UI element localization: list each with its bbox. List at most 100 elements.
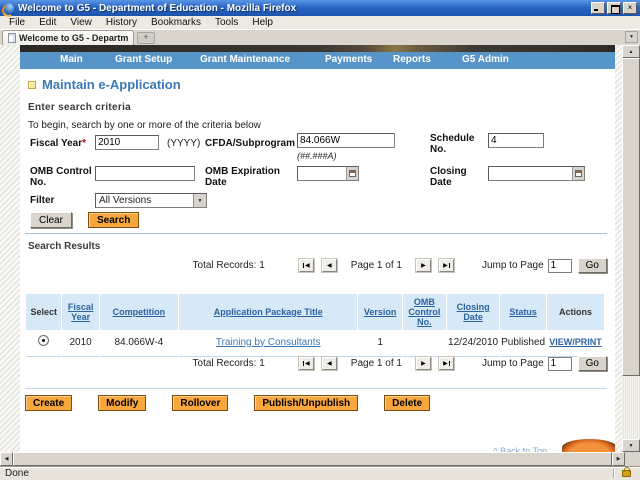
closing-date-input[interactable] [489, 167, 572, 180]
horizontal-scrollbar-thumb[interactable] [13, 452, 612, 466]
clear-button[interactable]: Clear [30, 212, 72, 228]
scroll-down-icon[interactable]: ▼ [622, 439, 640, 452]
prev-page-icon: ◀ [327, 360, 332, 367]
row-competition: 84.066W-4 [100, 330, 178, 357]
row-omb-control [403, 330, 446, 357]
back-to-top-link[interactable]: ^ Back to Top [493, 446, 547, 452]
vertical-scrollbar-thumb[interactable] [622, 58, 640, 376]
close-button[interactable]: × [623, 2, 637, 14]
prev-page-button[interactable]: ◀ [322, 259, 337, 272]
restore-button[interactable] [607, 2, 621, 14]
first-page-button[interactable]: ◀ [299, 259, 314, 272]
menu-edit[interactable]: Edit [32, 17, 63, 28]
prev-page-button[interactable]: ◀ [322, 357, 337, 370]
cfda-input[interactable] [297, 133, 395, 148]
section-divider [25, 233, 607, 234]
page-info: Page 1 of 1 [351, 358, 402, 369]
publish-unpublish-button[interactable]: Publish/Unpublish [254, 395, 358, 411]
omb-expiration-input[interactable] [298, 167, 346, 180]
page-title: Maintain e-Application [42, 77, 181, 92]
col-competition-sort[interactable]: Competition [113, 307, 166, 317]
menu-bookmarks[interactable]: Bookmarks [144, 17, 208, 28]
scroll-up-icon[interactable]: ▲ [622, 45, 640, 58]
package-title-link[interactable]: Training by Consultants [216, 337, 321, 348]
new-tab-button[interactable]: + [137, 32, 155, 44]
dropdown-arrow-icon[interactable]: ▼ [193, 194, 206, 207]
search-button[interactable]: Search [88, 212, 139, 228]
tab-list-dropdown-icon[interactable]: ▼ [625, 31, 638, 43]
nav-grant-setup[interactable]: Grant Setup [115, 54, 172, 65]
view-print-link[interactable]: VIEW/PRINT [549, 337, 602, 347]
next-page-icon: ▶ [421, 262, 426, 269]
footer-image-fragment [562, 439, 615, 452]
filter-select[interactable]: All Versions ▼ [95, 193, 207, 208]
menu-help[interactable]: Help [245, 17, 280, 28]
criteria-instructions: To begin, search by one or more of the c… [28, 120, 261, 131]
next-page-button[interactable]: ▶ [416, 357, 431, 370]
modify-button[interactable]: Modify [98, 395, 146, 411]
vertical-scrollbar[interactable]: ▲ ▼ [622, 45, 640, 452]
scroll-right-icon[interactable]: ▶ [612, 452, 625, 466]
closing-date-field [488, 166, 585, 181]
horizontal-scrollbar[interactable]: ◀ ▶ [0, 452, 640, 466]
menu-file[interactable]: File [2, 17, 32, 28]
last-page-button[interactable]: ▶ [439, 357, 454, 370]
col-closing-date-sort[interactable]: Closing Date [457, 302, 490, 322]
required-asterisk: * [82, 138, 86, 149]
closing-date-calendar-button[interactable] [572, 167, 584, 180]
tab-title: Welcome to G5 - Department of Edu... [19, 33, 128, 43]
col-status-sort[interactable]: Status [509, 307, 537, 317]
calendar-icon [349, 170, 356, 177]
nav-g5-admin[interactable]: G5 Admin [462, 54, 509, 65]
first-page-button[interactable]: ◀ [299, 357, 314, 370]
rollover-button[interactable]: Rollover [172, 395, 228, 411]
fiscal-year-hint: (YYYY) [167, 138, 200, 149]
status-text: Done [5, 468, 613, 479]
tab-welcome-g5[interactable]: Welcome to G5 - Department of Edu... [2, 30, 134, 45]
last-page-icon: ▶ [443, 262, 448, 269]
go-button[interactable]: Go [578, 258, 607, 273]
row-select-radio[interactable] [38, 335, 49, 346]
closing-date-label: Closing Date [430, 166, 476, 188]
nav-payments[interactable]: Payments [325, 54, 372, 65]
col-version-sort[interactable]: Version [364, 307, 397, 317]
delete-button[interactable]: Delete [384, 395, 430, 411]
jump-to-page-input[interactable] [548, 259, 572, 273]
section-divider [25, 388, 607, 389]
table-header-row: Select Fiscal Year Competition Applicati… [26, 294, 604, 330]
schedule-no-input[interactable] [488, 133, 544, 148]
menu-bar: File Edit View History Bookmarks Tools H… [0, 16, 640, 29]
create-button[interactable]: Create [25, 395, 72, 411]
col-omb-control-sort[interactable]: OMB Control No. [408, 297, 440, 327]
omb-control-input[interactable] [95, 166, 195, 181]
page-left-margin [0, 45, 20, 452]
first-page-icon: ◀ [305, 262, 310, 269]
minimize-button[interactable] [591, 2, 605, 14]
go-button[interactable]: Go [578, 356, 607, 371]
col-package-title-sort[interactable]: Application Package Title [214, 307, 323, 317]
fiscal-year-input[interactable] [95, 135, 159, 150]
menu-tools[interactable]: Tools [208, 17, 245, 28]
col-select: Select [26, 294, 61, 330]
menu-view[interactable]: View [63, 17, 99, 28]
jump-to-page-input[interactable] [548, 357, 572, 371]
nav-reports[interactable]: Reports [393, 54, 431, 65]
filter-selected-value: All Versions [96, 194, 193, 207]
col-fiscal-year-sort[interactable]: Fiscal Year [68, 302, 94, 322]
menu-history[interactable]: History [99, 17, 144, 28]
prev-page-icon: ◀ [327, 262, 332, 269]
results-table: Select Fiscal Year Competition Applicati… [25, 294, 605, 357]
banner-image-strip [20, 45, 615, 52]
next-page-button[interactable]: ▶ [416, 259, 431, 272]
tab-bar: Welcome to G5 - Department of Edu... + ▼ [0, 29, 640, 45]
last-page-button[interactable]: ▶ [439, 259, 454, 272]
firefox-icon [3, 3, 14, 14]
omb-expiration-calendar-button[interactable] [346, 167, 358, 180]
omb-expiration-label: OMB Expiration Date [205, 166, 285, 188]
scroll-left-icon[interactable]: ◀ [0, 452, 13, 466]
nav-grant-maintenance[interactable]: Grant Maintenance [200, 54, 290, 65]
status-separator [613, 469, 614, 478]
page-icon [8, 33, 16, 43]
nav-main[interactable]: Main [60, 54, 83, 65]
page: Main Grant Setup Grant Maintenance Payme… [20, 45, 615, 452]
